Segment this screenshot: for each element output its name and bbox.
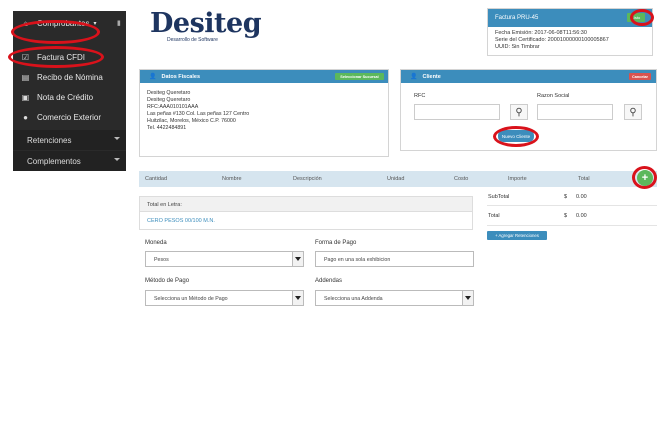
payment-form-input[interactable]: Pago en una sola exhibicion — [315, 251, 474, 267]
fiscal-line: Las peñas #130 Col. Las peñas 127 Centro — [147, 111, 250, 117]
divider — [487, 205, 657, 206]
submenu-label: Complementos — [27, 156, 81, 166]
razon-social-input[interactable] — [537, 104, 613, 120]
total-label: Total — [488, 213, 500, 219]
sidebar-item-label: Nota de Crédito — [37, 92, 94, 102]
sidebar-item-recibo-nomina[interactable]: ▤ Recibo de Nómina — [13, 67, 126, 87]
total-currency: $ — [564, 213, 568, 219]
sidebar-item-label: Recibo de Nómina — [37, 72, 103, 82]
rfc-search-button[interactable]: ⚲ — [510, 104, 528, 120]
column-header: Unidad — [387, 176, 405, 182]
bar-chart-icon: ▮ — [117, 20, 121, 27]
new-client-button[interactable]: Nuevo Cliente — [498, 130, 534, 142]
divider — [487, 225, 657, 226]
user-icon: 👤 — [149, 74, 157, 80]
chevron-down-icon — [462, 291, 473, 305]
uuid: UUID: Sin Timbrar — [495, 44, 540, 50]
total-value: 0.00 — [576, 213, 587, 219]
sidebar-item-factura-cfdi[interactable]: ☑ Factura CFDI — [13, 47, 126, 67]
fiscal-line: RFC:AAA010101AAA — [147, 104, 199, 110]
sidebar-header-label: Comprobantes — [37, 18, 90, 28]
chevron-down-icon — [114, 137, 120, 140]
total-in-words-box: Total en Letra: CERO PESOS 00/100 M.N. — [139, 196, 473, 230]
column-header: Cantidad — [145, 176, 168, 182]
currency-label: Moneda — [145, 240, 167, 246]
invoice-card: Factura PRU-45 Listo Fecha Emisión: 2017… — [487, 8, 653, 56]
plus-icon: + — [641, 172, 649, 184]
addenda-select[interactable]: Selecciona una Addenda — [315, 290, 474, 306]
sidebar-item-comercio-exterior[interactable]: ● Comercio Exterior — [13, 107, 126, 127]
chevron-down-icon — [114, 158, 120, 161]
select-branch-button[interactable]: Seleccionar Sucursal — [335, 73, 384, 80]
invoice-card-header: Factura PRU-45 Listo — [488, 9, 652, 27]
rfc-input[interactable] — [414, 104, 500, 120]
razon-social-label: Razon Social — [537, 93, 570, 99]
sidebar-item-label: Factura CFDI — [37, 52, 86, 62]
sidebar-submenu-retenciones[interactable]: Retenciones — [13, 130, 126, 150]
search-icon: ⚲ — [515, 106, 523, 118]
document-edit-icon: ☑ — [21, 52, 30, 62]
note-icon: ▣ — [21, 92, 30, 102]
logo: Desiteg — [150, 8, 262, 39]
panel-title: Cliente — [422, 73, 441, 80]
razon-social-search-button[interactable]: ⚲ — [624, 104, 642, 120]
sidebar-submenu-complementos[interactable]: Complementos — [13, 151, 126, 171]
column-header: Total — [578, 176, 590, 182]
subtotal-label: SubTotal — [488, 194, 510, 200]
rfc-label: RFC — [414, 93, 426, 99]
sidebar-item-nota-credito[interactable]: ▣ Nota de Crédito — [13, 87, 126, 107]
total-in-words-label: Total en Letra: — [140, 197, 472, 212]
fiscal-data-header: 👤 Datos Fiscales Seleccionar Sucursal — [140, 70, 388, 83]
payment-form-label: Forma de Pago — [315, 240, 357, 246]
fiscal-line: Desiteg Queretaro — [147, 97, 191, 103]
subtotal-currency: $ — [564, 194, 568, 200]
user-icon: 👤 — [410, 74, 418, 80]
chevron-down-icon — [292, 291, 303, 305]
payment-method-select[interactable]: Selecciona un Método de Pago — [145, 290, 304, 306]
cancel-button[interactable]: Cancelar — [629, 73, 651, 80]
home-icon: ⌂ — [23, 18, 28, 28]
chevron-down-icon — [292, 252, 303, 266]
fiscal-data-panel: 👤 Datos Fiscales Seleccionar Sucursal De… — [139, 69, 389, 157]
currency-select[interactable]: Pesos — [145, 251, 304, 267]
payment-method-label: Método de Pago — [145, 278, 190, 284]
fiscal-line: Huitzilac, Morelos, México C.P. 76000 — [147, 118, 236, 124]
document-icon: ▤ — [21, 72, 30, 82]
sidebar: ⌂ Comprobantes ▾ ▮ ☑ Factura CFDI ▤ Reci… — [13, 11, 126, 171]
fiscal-line: Desiteg Queretaro — [147, 90, 191, 96]
payment-form-value: Pago en una sola exhibicion — [324, 257, 391, 263]
submenu-label: Retenciones — [27, 135, 72, 145]
logo-tagline: Desarrollo de Software — [167, 37, 218, 43]
addenda-label: Addendas — [315, 278, 343, 284]
column-header: Importe — [508, 176, 527, 182]
subtotal-value: 0.00 — [576, 194, 587, 200]
column-header: Costo — [454, 176, 469, 182]
panel-title: Datos Fiscales — [161, 73, 201, 80]
sidebar-header-comprobantes[interactable]: ⌂ Comprobantes ▾ — [13, 13, 126, 33]
add-retention-button[interactable]: + Agregar Retenciones — [487, 231, 547, 240]
sidebar-item-label: Comercio Exterior — [37, 112, 102, 122]
column-header: Descripción — [293, 176, 322, 182]
column-header: Nombre — [222, 176, 242, 182]
currency-selected-value: Pesos — [154, 257, 169, 263]
add-item-button[interactable]: + — [637, 170, 653, 186]
globe-icon: ● — [23, 112, 28, 122]
items-table-header: Cantidad Nombre Descripción Unidad Costo… — [139, 171, 657, 187]
issue-date: Fecha Emisión: 2017-06-08T11:56:30 — [495, 30, 587, 36]
addenda-selected-value: Selecciona una Addenda — [324, 296, 383, 302]
client-header: 👤 Cliente Cancelar — [401, 70, 656, 83]
chevron-down-icon: ▾ — [93, 20, 97, 27]
search-icon: ⚲ — [629, 106, 637, 118]
payment-method-selected-value: Selecciona un Método de Pago — [154, 296, 228, 302]
fiscal-line: Tel. 4422484891 — [147, 125, 187, 131]
listo-button[interactable]: Listo — [627, 13, 645, 22]
total-in-words-value: CERO PESOS 00/100 M.N. — [147, 218, 215, 224]
invoice-title: Factura PRU-45 — [495, 15, 539, 21]
certificate-serial: Serie del Certificado: 20001000000100005… — [495, 37, 609, 43]
